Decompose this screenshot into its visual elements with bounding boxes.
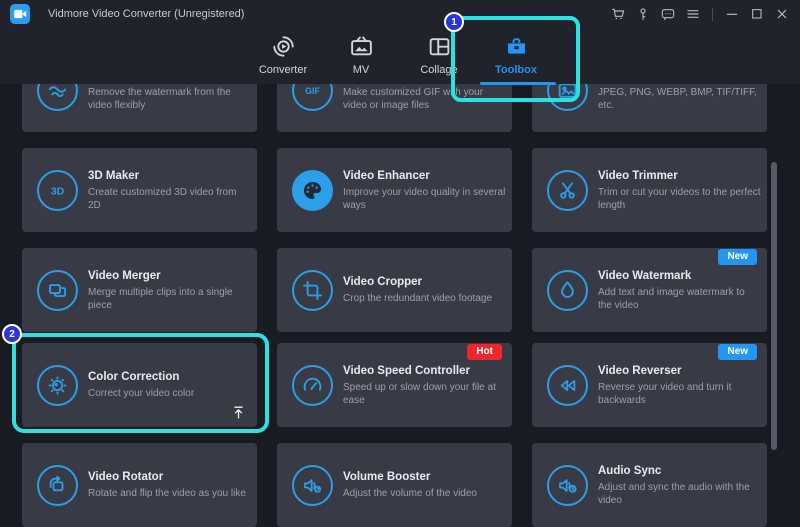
tab-label: Toolbox (480, 64, 552, 76)
tool-description: Create customized 3D video from 2D (88, 186, 251, 212)
svg-text:GIF: GIF (305, 86, 320, 96)
tool-card-video-rotator[interactable]: Video Rotator Rotate and flip the video … (22, 443, 257, 527)
volume-booster-icon (292, 465, 333, 506)
converter-icon (247, 33, 319, 59)
video-rotator-icon (37, 465, 78, 506)
tool-description: Correct your video color (88, 387, 251, 400)
tool-title: Video Trimmer (598, 169, 761, 183)
tool-card-video-merger[interactable]: Video Merger Merge multiple clips into a… (22, 248, 257, 332)
titlebar: Vidmore Video Converter (Unregistered) (0, 0, 800, 28)
new-badge: New (718, 249, 757, 265)
cart-icon[interactable] (610, 6, 626, 22)
maximize-icon[interactable] (749, 6, 765, 22)
tool-description: Improve your video quality in several wa… (343, 186, 506, 212)
app-header: Vidmore Video Converter (Unregistered) C… (0, 0, 800, 84)
video-speed-controller-icon (292, 365, 333, 406)
video-trimmer-icon (547, 170, 588, 211)
tool-title: Audio Sync (598, 464, 761, 478)
color-correction-icon (37, 365, 78, 406)
tool-card-3d-maker[interactable]: 3D 3D Maker Create customized 3D video f… (22, 148, 257, 232)
video-merger-icon (37, 270, 78, 311)
step-1-badge: 1 (444, 12, 464, 32)
tool-title: Video Watermark (598, 269, 761, 283)
tab-toolbox[interactable]: Toolbox (480, 33, 552, 85)
video-enhancer-icon (292, 170, 333, 211)
window-title: Vidmore Video Converter (Unregistered) (48, 8, 244, 20)
toolbox-icon (480, 33, 552, 59)
minimize-icon[interactable] (724, 6, 740, 22)
tab-label: Collage (403, 64, 475, 76)
step-2-badge: 2 (2, 324, 22, 344)
tab-collage[interactable]: Collage (403, 33, 475, 76)
video-watermark-icon (547, 270, 588, 311)
tab-label: Converter (247, 64, 319, 76)
tool-description: Crop the redundant video footage (343, 292, 506, 305)
tool-title: Color Correction (88, 370, 251, 384)
collage-icon (403, 33, 475, 59)
video-cropper-icon (292, 270, 333, 311)
tool-card-video-watermark[interactable]: Video Watermark Add text and image water… (532, 248, 767, 332)
vertical-scrollbar-thumb[interactable] (771, 162, 777, 450)
tab-label: MV (325, 64, 397, 76)
tool-title: Volume Booster (343, 470, 506, 484)
app-logo-icon (10, 4, 30, 24)
close-icon[interactable] (774, 6, 790, 22)
tool-card-video-trimmer[interactable]: Video Trimmer Trim or cut your videos to… (532, 148, 767, 232)
tool-title: Video Cropper (343, 275, 506, 289)
titlebar-separator (712, 8, 713, 21)
tool-description: Remove the watermark from the video flex… (88, 86, 251, 112)
svg-text:3D: 3D (51, 186, 65, 197)
hot-badge: Hot (467, 344, 502, 360)
key-icon[interactable] (635, 6, 651, 22)
tool-card-video-enhancer[interactable]: Video Enhancer Improve your video qualit… (277, 148, 512, 232)
tool-description: Trim or cut your videos to the perfect l… (598, 186, 761, 212)
tool-card-video-cropper[interactable]: Video Cropper Crop the redundant video f… (277, 248, 512, 332)
tool-card-color-correction[interactable]: Color Correction Correct your video colo… (22, 343, 257, 427)
tool-description: JPEG, PNG, WEBP, BMP, TIF/TIFF, etc. (598, 86, 761, 112)
video-reverser-icon (547, 365, 588, 406)
mv-icon (325, 33, 397, 59)
tool-description: Make customized GIF with your video or i… (343, 86, 506, 112)
tool-card-video-speed-controller[interactable]: Video Speed Controller Speed up or slow … (277, 343, 512, 427)
audio-sync-icon (547, 465, 588, 506)
tool-description: Speed up or slow down your file at ease (343, 381, 506, 407)
tool-title: Video Reverser (598, 364, 761, 378)
feedback-icon[interactable] (660, 6, 676, 22)
new-badge: New (718, 344, 757, 360)
tool-title: 3D Maker (88, 169, 251, 183)
tool-card-audio-sync[interactable]: Audio Sync Adjust and sync the audio wit… (532, 443, 767, 527)
tool-title: Video Merger (88, 269, 251, 283)
tool-description: Adjust the volume of the video (343, 487, 506, 500)
tool-description: Reverse your video and turn it backwards (598, 381, 761, 407)
menu-icon[interactable] (685, 6, 701, 22)
tool-description: Merge multiple clips into a single piece (88, 286, 251, 312)
tool-description: Add text and image watermark to the vide… (598, 286, 761, 312)
tab-converter[interactable]: Converter (247, 33, 319, 76)
tab-mv[interactable]: MV (325, 33, 397, 76)
tool-description: Rotate and flip the video as you like (88, 487, 251, 500)
3d-maker-icon: 3D (37, 170, 78, 211)
tool-title: Video Rotator (88, 470, 251, 484)
titlebar-icons (610, 0, 790, 28)
tool-card-video-reverser[interactable]: Video Reverser Reverse your video and tu… (532, 343, 767, 427)
tool-title: Video Speed Controller (343, 364, 506, 378)
upload-arrow-icon[interactable] (230, 404, 247, 421)
tool-title: Video Enhancer (343, 169, 506, 183)
tool-description: Adjust and sync the audio with the video (598, 481, 761, 507)
tool-card-volume-booster[interactable]: Volume Booster Adjust the volume of the … (277, 443, 512, 527)
